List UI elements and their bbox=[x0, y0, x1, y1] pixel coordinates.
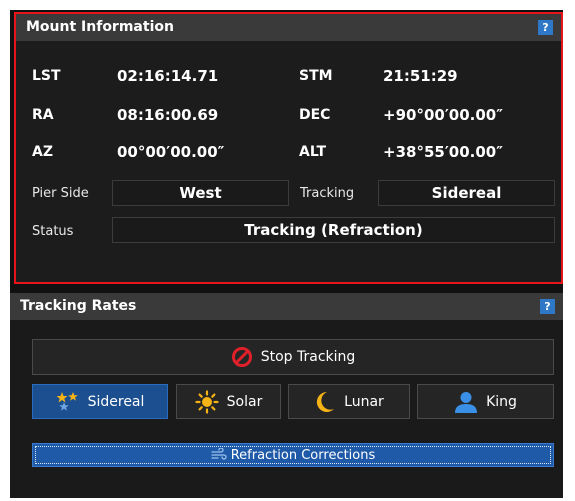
solar-button[interactable]: Solar bbox=[176, 384, 281, 419]
stop-tracking-label: Stop Tracking bbox=[260, 349, 356, 365]
sidereal-button[interactable]: Sidereal bbox=[32, 384, 168, 419]
person-icon bbox=[454, 390, 478, 414]
refraction-corrections-label: Refraction Corrections bbox=[230, 447, 376, 463]
panel-title: Mount Information bbox=[26, 19, 174, 35]
sun-icon bbox=[195, 389, 219, 414]
lst-value: 02:16:14.71 bbox=[117, 67, 219, 85]
dec-value: +90°00′00.00″ bbox=[383, 106, 503, 124]
az-value: 00°00′00.00″ bbox=[117, 143, 225, 161]
stm-value: 21:51:29 bbox=[383, 67, 458, 85]
tracking-rates-panel: Tracking Rates ? Stop Tracking Sidereal bbox=[10, 293, 563, 498]
lunar-button[interactable]: Lunar bbox=[288, 384, 410, 419]
king-label: King bbox=[486, 393, 517, 410]
panel-header: Tracking Rates ? bbox=[10, 293, 563, 320]
solar-label: Solar bbox=[226, 393, 263, 410]
moon-icon bbox=[314, 390, 336, 414]
help-icon[interactable]: ? bbox=[538, 20, 553, 35]
stop-tracking-button[interactable]: Stop Tracking bbox=[32, 339, 554, 375]
lunar-label: Lunar bbox=[344, 393, 384, 410]
king-button[interactable]: King bbox=[417, 384, 554, 419]
lst-label: LST bbox=[32, 68, 61, 84]
status-label: Status bbox=[32, 224, 74, 239]
pier-side-value: West bbox=[112, 180, 289, 206]
help-icon[interactable]: ? bbox=[540, 299, 555, 314]
tracking-value: Sidereal bbox=[378, 180, 555, 206]
az-label: AZ bbox=[32, 144, 53, 160]
alt-value: +38°55′00.00″ bbox=[383, 143, 503, 161]
pier-side-label: Pier Side bbox=[32, 186, 89, 201]
panel-header: Mount Information ? bbox=[16, 14, 561, 41]
mount-information-panel: Mount Information ? LST 02:16:14.71 STM … bbox=[14, 12, 563, 284]
stm-label: STM bbox=[299, 68, 333, 84]
status-value: Tracking (Refraction) bbox=[112, 217, 555, 243]
tracking-label: Tracking bbox=[300, 186, 355, 201]
stars-icon bbox=[56, 391, 80, 413]
ra-value: 08:16:00.69 bbox=[117, 106, 219, 124]
panel-spacer bbox=[10, 284, 563, 290]
ra-label: RA bbox=[32, 107, 54, 123]
wind-icon bbox=[211, 448, 227, 462]
stop-icon bbox=[231, 346, 253, 368]
panel-title: Tracking Rates bbox=[20, 298, 137, 314]
dec-label: DEC bbox=[299, 107, 331, 123]
refraction-corrections-button[interactable]: Refraction Corrections bbox=[32, 443, 554, 467]
sidereal-label: Sidereal bbox=[87, 393, 145, 410]
alt-label: ALT bbox=[299, 144, 326, 160]
